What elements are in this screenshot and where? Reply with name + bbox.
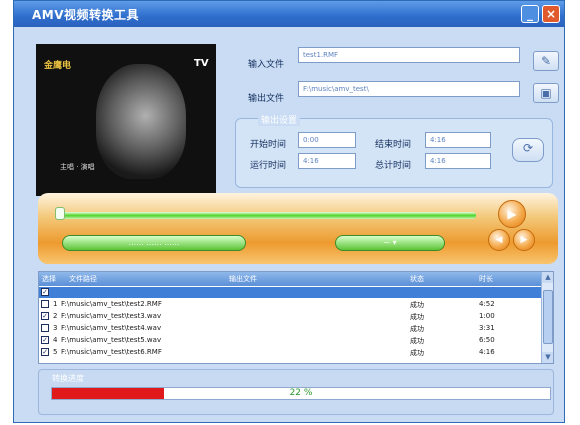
row-num: 4 — [53, 336, 58, 344]
input-file-label: 输入文件 — [248, 60, 285, 70]
row-path: F:\music\amv_test\test4.wav — [61, 324, 162, 332]
list-item[interactable]: ✓ 4 F:\music\amv_test\test5.wav 成功 6:50 — [39, 335, 541, 346]
row-num: 3 — [53, 324, 58, 332]
browse-output-button[interactable]: ▣ — [533, 83, 559, 103]
row-path: F:\music\amv_test\test2.RMF — [61, 300, 162, 308]
row-checkbox[interactable]: ✓ — [41, 348, 49, 356]
window-icon: ▣ — [540, 86, 552, 100]
output-file-label: 输出文件 — [248, 94, 285, 104]
progress-percent: 22 % — [289, 388, 313, 398]
file-list-header: 选择 文件路径 输出文件 状态 时长 — [39, 272, 541, 286]
seek-thumb[interactable] — [55, 207, 65, 220]
seek-track[interactable] — [56, 212, 476, 219]
tv-corner-mark: TV — [194, 58, 209, 69]
settings-pill-button[interactable]: ...... ...... ...... — [62, 235, 246, 251]
mode-pill-button[interactable]: ~ ▾ — [335, 235, 445, 251]
header-output[interactable]: 输出文件 — [229, 274, 257, 284]
total-time-label: 总计时间 — [375, 161, 412, 171]
folder-icon: ✎ — [540, 54, 552, 68]
row-time: 6:50 — [479, 336, 495, 344]
row-status: 成功 — [410, 337, 424, 345]
row-checkbox[interactable] — [41, 324, 49, 332]
duration-field[interactable]: 4:16 — [298, 153, 356, 169]
row-status: 成功 — [410, 325, 424, 333]
next-button[interactable]: ▶ — [513, 229, 535, 251]
list-item[interactable]: ✓ — [39, 287, 541, 298]
list-item[interactable]: 3 F:\music\amv_test\test4.wav 成功 3:31 — [39, 323, 541, 334]
header-path[interactable]: 文件路径 — [69, 274, 97, 284]
scroll-thumb[interactable] — [543, 290, 553, 344]
end-time-label: 结束时间 — [375, 140, 412, 150]
row-checkbox[interactable]: ✓ — [41, 336, 49, 344]
refresh-icon: ⟳ — [522, 141, 534, 155]
row-checkbox[interactable] — [41, 300, 49, 308]
row-num: 2 — [53, 312, 58, 320]
list-item[interactable]: 1 F:\music\amv_test\test2.RMF 成功 4:52 — [39, 299, 541, 310]
row-status: 成功 — [410, 313, 424, 321]
duration-label: 运行时间 — [250, 161, 287, 171]
row-checkbox[interactable]: ✓ — [41, 312, 49, 320]
row-path: F:\music\amv_test\test5.wav — [61, 336, 162, 344]
list-item[interactable]: ✓ 2 F:\music\amv_test\test3.wav 成功 1:00 — [39, 311, 541, 322]
row-checkbox[interactable]: ✓ — [41, 288, 49, 296]
output-file-field[interactable]: F:\music\amv_test\ — [298, 81, 520, 97]
row-time: 4:16 — [479, 348, 495, 356]
player-panel — [38, 193, 558, 264]
scroll-up-icon[interactable]: ▲ — [542, 272, 553, 283]
header-status[interactable]: 状态 — [410, 274, 424, 284]
row-num: 1 — [53, 300, 58, 308]
window-title: AMV视频转换工具 — [32, 8, 140, 22]
convert-options-button[interactable]: ⟳ — [512, 138, 544, 162]
title-bar[interactable]: AMV视频转换工具 _ × — [14, 1, 564, 27]
input-file-field[interactable]: test1.RMF — [298, 47, 520, 63]
total-time-field[interactable]: 4:16 — [425, 153, 491, 169]
header-select[interactable]: 选择 — [42, 274, 56, 284]
file-list[interactable]: 选择 文件路径 输出文件 状态 时长 ✓ 1 F:\music\amv_test\t… — [38, 271, 554, 364]
list-item[interactable]: ✓ 5 F:\music\amv_test\test6.RMF 成功 4:16 — [39, 347, 541, 358]
conversion-progress-label: 转换进度 — [52, 374, 84, 383]
tv-logo: 金鹰电 — [44, 61, 72, 71]
start-time-label: 开始时间 — [250, 140, 287, 150]
row-status: 成功 — [410, 301, 424, 309]
prev-button[interactable]: ◀ — [488, 229, 510, 251]
end-time-field[interactable]: 4:16 — [425, 132, 491, 148]
browse-input-button[interactable]: ✎ — [533, 51, 559, 71]
header-duration[interactable]: 时长 — [479, 274, 493, 284]
close-button[interactable]: × — [542, 5, 560, 23]
prev-icon: ◀ — [495, 235, 503, 245]
row-time: 4:52 — [479, 300, 495, 308]
start-time-field[interactable]: 0:00 — [298, 132, 356, 148]
row-path: F:\music\amv_test\test3.wav — [61, 312, 162, 320]
output-settings-title: 输出设置 — [258, 113, 301, 126]
list-scrollbar[interactable]: ▲ ▼ — [541, 272, 553, 363]
row-path: F:\music\amv_test\test6.RMF — [61, 348, 162, 356]
play-button[interactable]: ▶ — [498, 200, 526, 228]
row-time: 3:31 — [479, 324, 495, 332]
preview-image — [96, 64, 186, 179]
conversion-progress-bar: 22 % — [51, 387, 551, 400]
row-time: 1:00 — [479, 312, 495, 320]
next-icon: ▶ — [520, 235, 528, 245]
row-num: 5 — [53, 348, 58, 356]
row-status: 成功 — [410, 349, 424, 357]
output-settings-group — [235, 118, 553, 188]
tv-caption: 主唱 · 演唱 — [60, 163, 95, 171]
minimize-button[interactable]: _ — [521, 5, 539, 23]
play-icon: ▶ — [507, 207, 517, 221]
video-preview: 金鹰电 TV 主唱 · 演唱 — [36, 44, 216, 196]
scroll-down-icon[interactable]: ▼ — [542, 352, 553, 363]
